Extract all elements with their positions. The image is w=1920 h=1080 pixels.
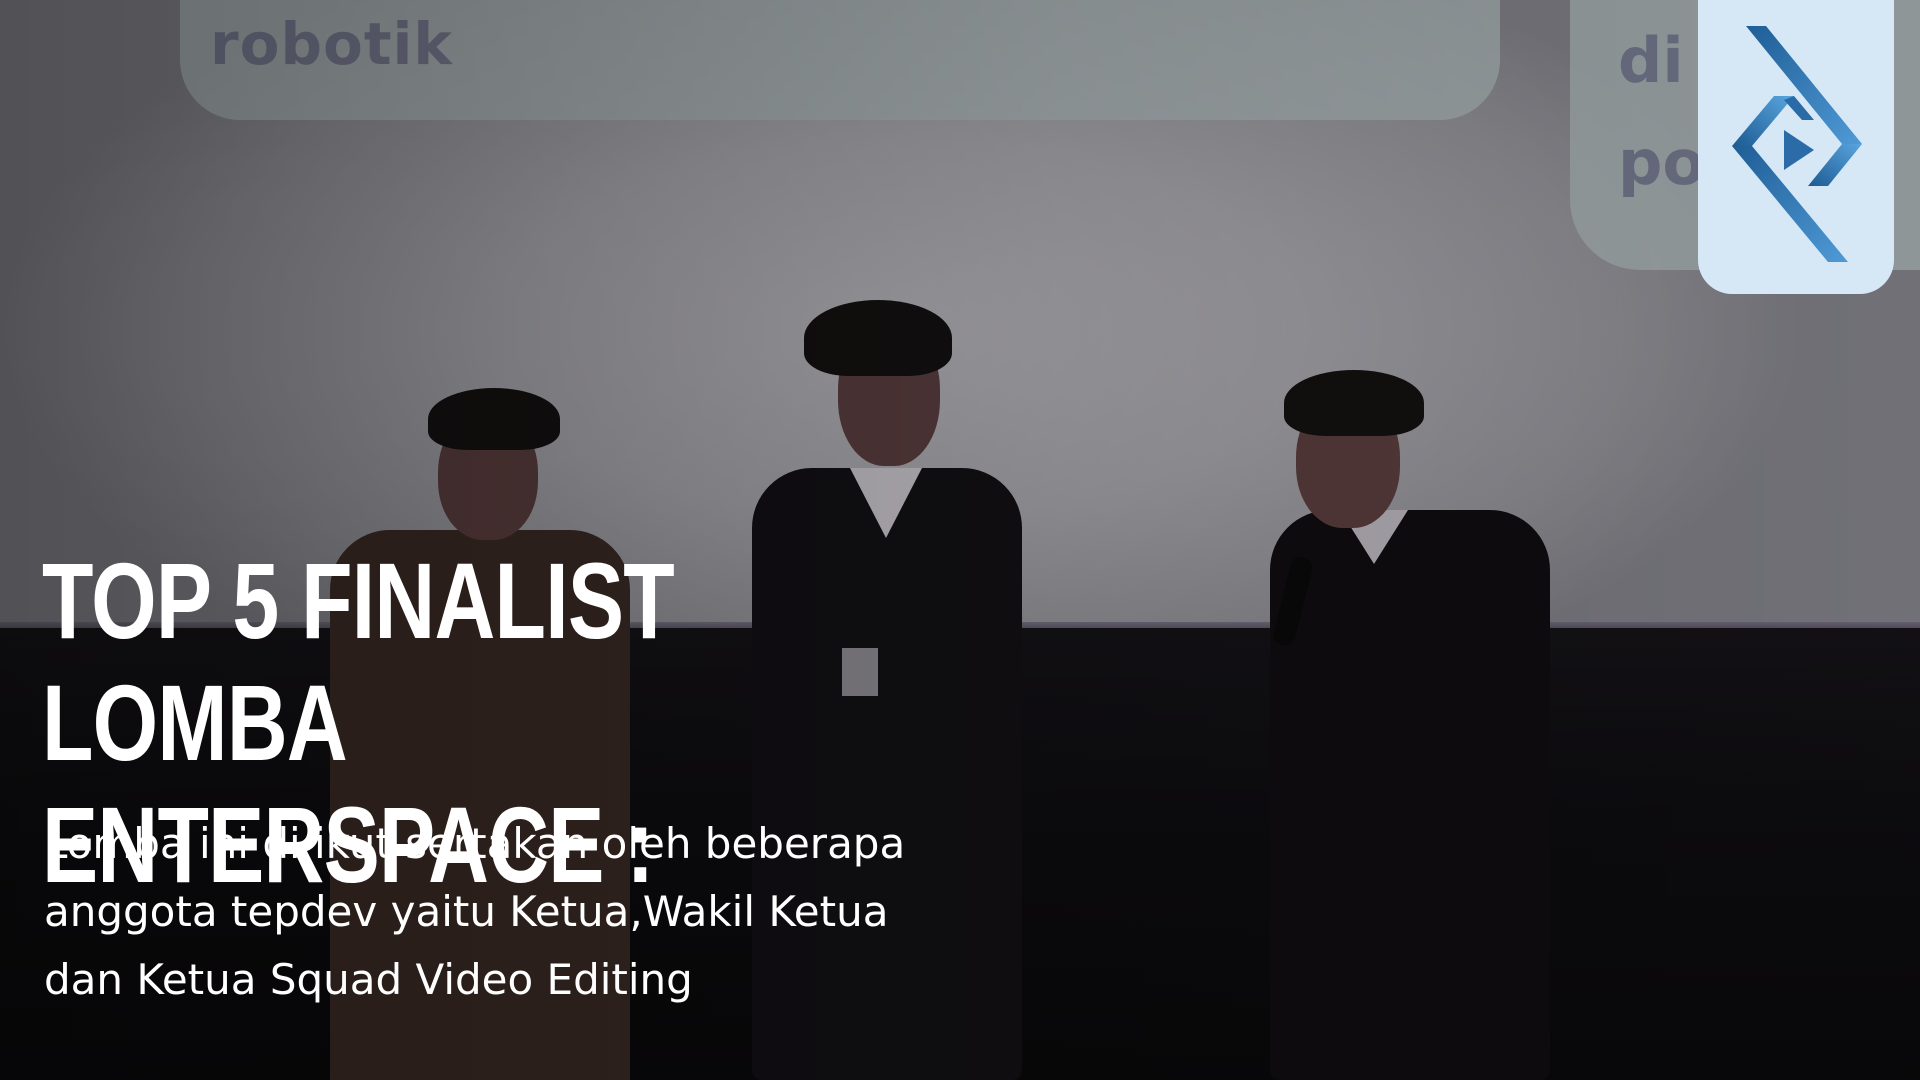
headline-line-1: TOP 5 FINALIST LOMBA [42,540,675,783]
description: Lomba ini di ikut sertakan oleh beberapa… [44,810,1024,1014]
description-line-3: dan Ketua Squad Video Editing [44,955,693,1004]
slide-canvas: robotik di po TOP 5 FINALIST LOMBA ENTER… [0,0,1920,1080]
play-diamond-logo-icon [1732,26,1862,262]
logo-badge [1698,0,1894,294]
description-line-1: Lomba ini di ikut sertakan oleh beberapa [44,819,906,868]
description-line-2: anggota tepdev yaitu Ketua,Wakil Ketua [44,887,889,936]
